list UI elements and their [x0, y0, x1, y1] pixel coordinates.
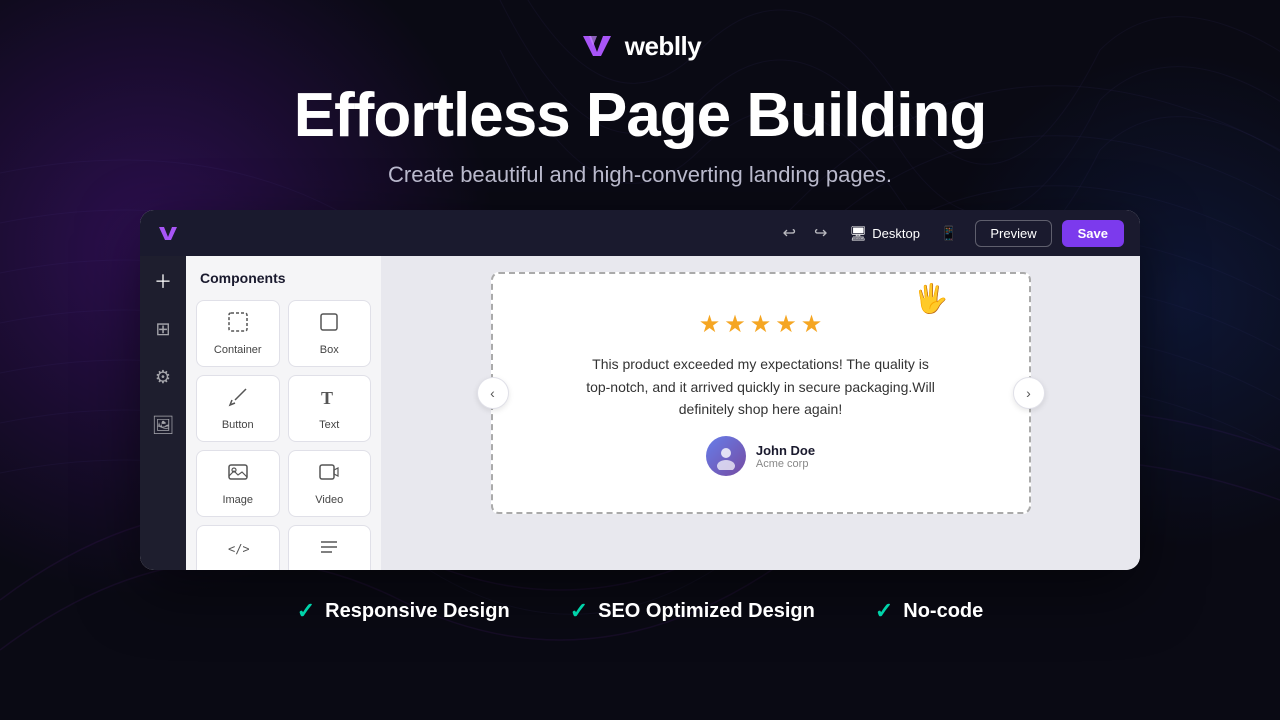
media-icon[interactable]: 🖼	[148, 410, 178, 440]
testimonial-author: John Doe Acme corp	[529, 436, 993, 476]
mobile-icon: 📱	[940, 225, 957, 242]
button-component-icon	[227, 386, 249, 413]
star-2: ★	[724, 310, 746, 339]
video-icon	[318, 461, 340, 488]
list-icon	[318, 536, 340, 563]
hero-subtitle: Create beautiful and high-converting lan…	[388, 162, 892, 188]
feature-label-3: No-code	[903, 600, 983, 623]
canvas-selection: 🖐 ★ ★ ★ ★ ★ This p	[491, 272, 1031, 514]
slider-prev-button[interactable]: ‹	[477, 377, 509, 409]
feature-label-1: Responsive Design	[325, 600, 510, 623]
check-icon-3: ✓	[875, 598, 893, 624]
check-icon-2: ✓	[570, 598, 588, 624]
redo-button[interactable]: ↪	[810, 219, 831, 247]
container-label: Container	[214, 344, 262, 356]
settings-icon[interactable]: ⚙	[148, 362, 178, 392]
feature-nocode: ✓ No-code	[875, 598, 983, 624]
components-title: Components	[196, 270, 371, 286]
component-html[interactable]: </> HTML	[196, 525, 280, 570]
container-icon	[227, 311, 249, 338]
toolbar-logo	[156, 221, 180, 245]
logo-icon	[579, 28, 615, 64]
slider-next-button[interactable]: ›	[1013, 377, 1045, 409]
image-label: Image	[222, 494, 253, 506]
author-name: John Doe	[756, 443, 815, 458]
editor-toolbar: ↩ ↪ 🖥 Desktop 📱 Preview Save	[140, 210, 1140, 256]
canvas-wrapper: 🖐 ★ ★ ★ ★ ★ This p	[491, 272, 1031, 514]
author-avatar	[706, 436, 746, 476]
testimonial-text: This product exceeded my expectations! T…	[581, 353, 941, 420]
components-grid: Container Box	[196, 300, 371, 570]
components-panel: Components Container	[186, 256, 381, 570]
component-container[interactable]: Container	[196, 300, 280, 367]
svg-text:T: T	[321, 388, 333, 408]
html-label: HTML	[223, 569, 253, 570]
video-label: Video	[315, 494, 343, 506]
star-1: ★	[699, 310, 721, 339]
component-list[interactable]: List	[288, 525, 372, 570]
undo-button[interactable]: ↩	[779, 219, 800, 247]
editor-mockup: ↩ ↪ 🖥 Desktop 📱 Preview Save ＋	[140, 210, 1140, 570]
toolbar-controls: ↩ ↪ 🖥 Desktop 📱 Preview Save	[779, 219, 1124, 247]
desktop-label: Desktop	[872, 226, 920, 241]
box-label: Box	[320, 344, 339, 356]
html-icon: </>	[227, 536, 249, 563]
layers-icon[interactable]: ⊞	[148, 314, 178, 344]
preview-button[interactable]: Preview	[975, 220, 1051, 247]
component-text[interactable]: T Text	[288, 375, 372, 442]
button-component-label: Button	[222, 419, 254, 431]
editor-canvas: 🖐 ★ ★ ★ ★ ★ This p	[381, 256, 1140, 570]
component-button[interactable]: Button	[196, 375, 280, 442]
features-bar: ✓ Responsive Design ✓ SEO Optimized Desi…	[0, 598, 1280, 624]
hero-title: Effortless Page Building	[294, 82, 987, 150]
desktop-button[interactable]: 🖥 Desktop	[841, 221, 927, 246]
cursor-hand: 🖐	[914, 282, 949, 315]
save-button[interactable]: Save	[1062, 220, 1124, 247]
desktop-icon: 🖥	[849, 225, 867, 242]
logo-area: weblly	[579, 28, 701, 64]
left-icon-bar: ＋ ⊞ ⚙ 🖼	[140, 256, 186, 570]
star-4: ★	[775, 310, 797, 339]
star-5: ★	[801, 310, 823, 339]
star-3: ★	[750, 310, 772, 339]
brand-name: weblly	[625, 31, 701, 62]
mobile-button[interactable]: 📱	[932, 221, 965, 246]
check-icon-1: ✓	[297, 598, 315, 624]
component-video[interactable]: Video	[288, 450, 372, 517]
feature-label-2: SEO Optimized Design	[598, 600, 815, 623]
text-icon: T	[318, 386, 340, 413]
text-label: Text	[319, 419, 339, 431]
toolbar-logo-icon	[156, 221, 180, 245]
editor-body: ＋ ⊞ ⚙ 🖼 Components Container	[140, 256, 1140, 570]
image-icon	[227, 461, 249, 488]
feature-seo: ✓ SEO Optimized Design	[570, 598, 815, 624]
svg-text:</>: </>	[228, 542, 249, 556]
component-box[interactable]: Box	[288, 300, 372, 367]
testimonial-card: ★ ★ ★ ★ ★ This product exceeded my expec…	[509, 290, 1013, 496]
device-group: 🖥 Desktop 📱	[841, 221, 965, 246]
author-company: Acme corp	[756, 458, 815, 470]
box-icon	[318, 311, 340, 338]
feature-responsive: ✓ Responsive Design	[297, 598, 510, 624]
author-info: John Doe Acme corp	[756, 443, 815, 470]
add-icon[interactable]: ＋	[148, 266, 178, 296]
list-label: List	[321, 569, 338, 570]
component-image[interactable]: Image	[196, 450, 280, 517]
